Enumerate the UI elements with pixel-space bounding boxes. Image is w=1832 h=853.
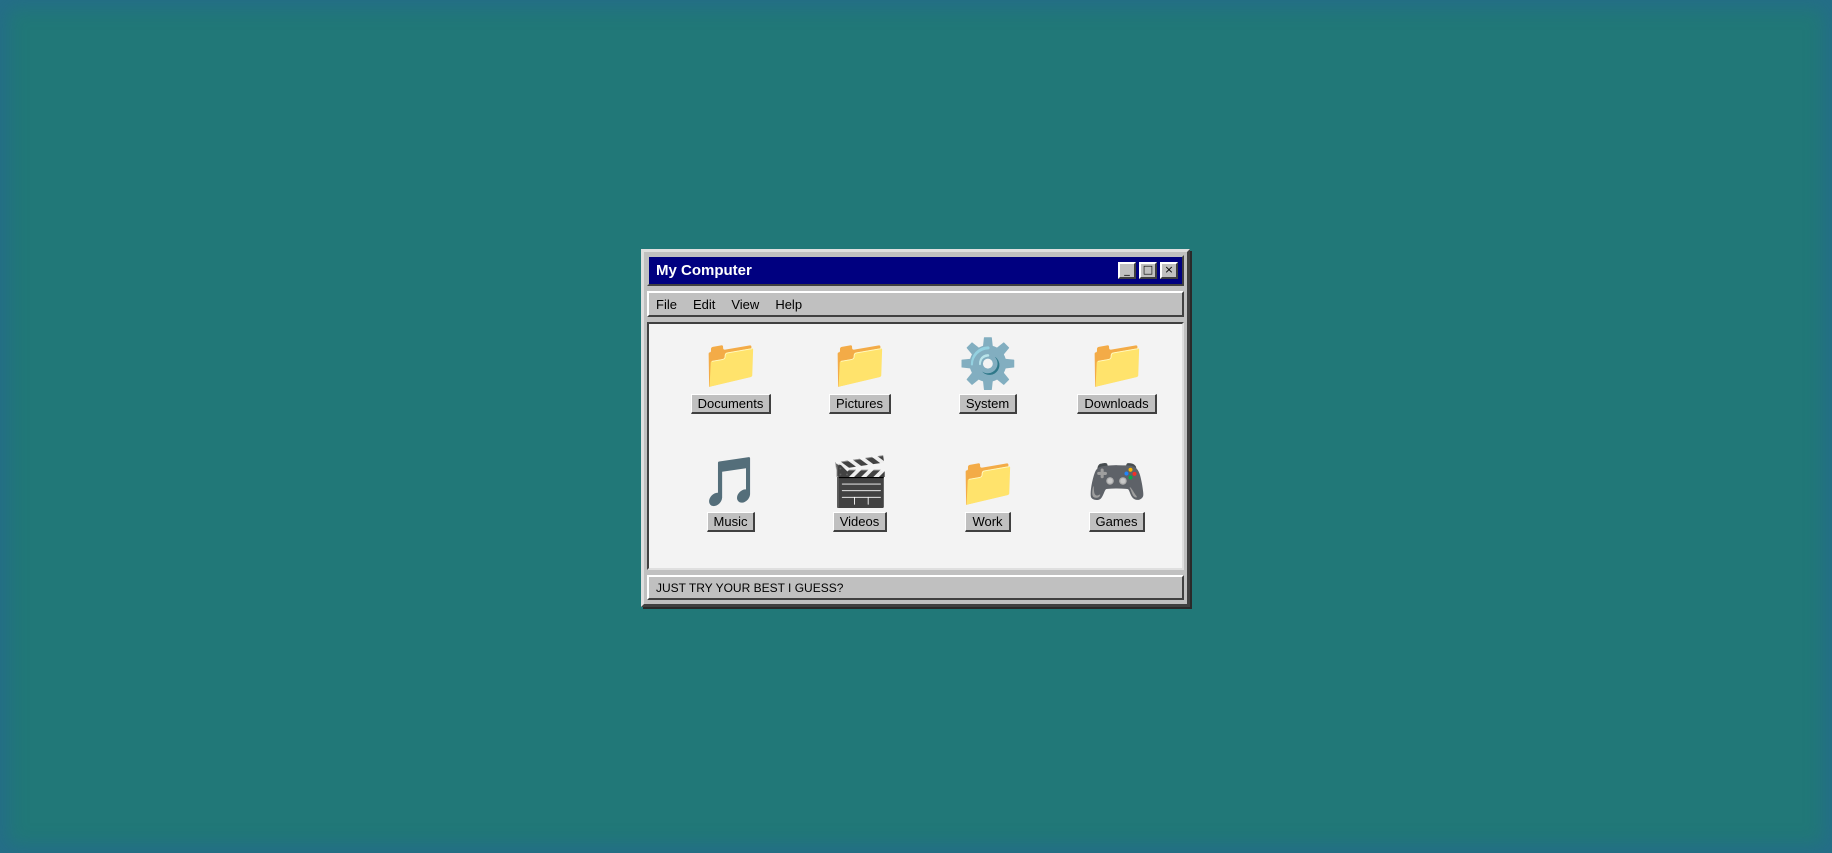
content-area: 📁 Documents 📁 Pictures ⚙️ System 📁 Downl… — [647, 322, 1184, 570]
clapperboard-icon: 🎬 — [830, 454, 890, 510]
icon-system[interactable]: ⚙️ System — [933, 336, 1043, 416]
menu-bar: File Edit View Help — [647, 291, 1184, 317]
icon-work[interactable]: 📁 Work — [933, 454, 1043, 534]
maximize-button[interactable]: □ — [1139, 262, 1157, 279]
icon-label: Games — [1088, 512, 1146, 532]
icon-label: Work — [965, 512, 1011, 532]
icon-label: Documents — [690, 394, 772, 414]
menu-view[interactable]: View — [731, 297, 759, 312]
icon-pictures[interactable]: 📁 Pictures — [805, 336, 915, 416]
icon-label: System — [958, 394, 1018, 414]
folder-icon: 📁 — [958, 454, 1018, 510]
gear-icon: ⚙️ — [958, 336, 1018, 392]
window-title: My Computer — [656, 262, 752, 279]
icon-videos[interactable]: 🎬 Videos — [805, 454, 915, 534]
icon-documents[interactable]: 📁 Documents — [676, 336, 786, 416]
close-button[interactable]: × — [1160, 262, 1178, 279]
menu-edit[interactable]: Edit — [693, 297, 715, 312]
icon-downloads[interactable]: 📁 Downloads — [1062, 336, 1172, 416]
icon-games[interactable]: 🎮 Games — [1062, 454, 1172, 534]
menu-help[interactable]: Help — [775, 297, 802, 312]
my-computer-window: My Computer _ □ × File Edit View Help 📁 … — [641, 249, 1190, 607]
status-text: JUST TRY YOUR BEST I GUESS? — [656, 580, 844, 595]
folder-icon: 📁 — [830, 336, 890, 392]
minimize-button[interactable]: _ — [1118, 262, 1136, 279]
folder-icon: 📁 — [701, 336, 761, 392]
status-bar: JUST TRY YOUR BEST I GUESS? — [647, 575, 1184, 600]
icon-label: Pictures — [829, 394, 891, 414]
icon-label: Videos — [832, 512, 888, 532]
music-note-icon: 🎵 — [701, 454, 761, 510]
icon-label: Music — [706, 512, 756, 532]
folder-icon: 📁 — [1087, 336, 1147, 392]
icon-label: Downloads — [1077, 394, 1157, 414]
menu-file[interactable]: File — [656, 297, 677, 312]
icon-grid: 📁 Documents 📁 Pictures ⚙️ System 📁 Downl… — [649, 324, 1182, 568]
icon-music[interactable]: 🎵 Music — [676, 454, 786, 534]
title-bar[interactable]: My Computer _ □ × — [647, 255, 1184, 286]
window-controls: _ □ × — [1118, 262, 1178, 279]
gamepad-icon: 🎮 — [1087, 454, 1147, 510]
